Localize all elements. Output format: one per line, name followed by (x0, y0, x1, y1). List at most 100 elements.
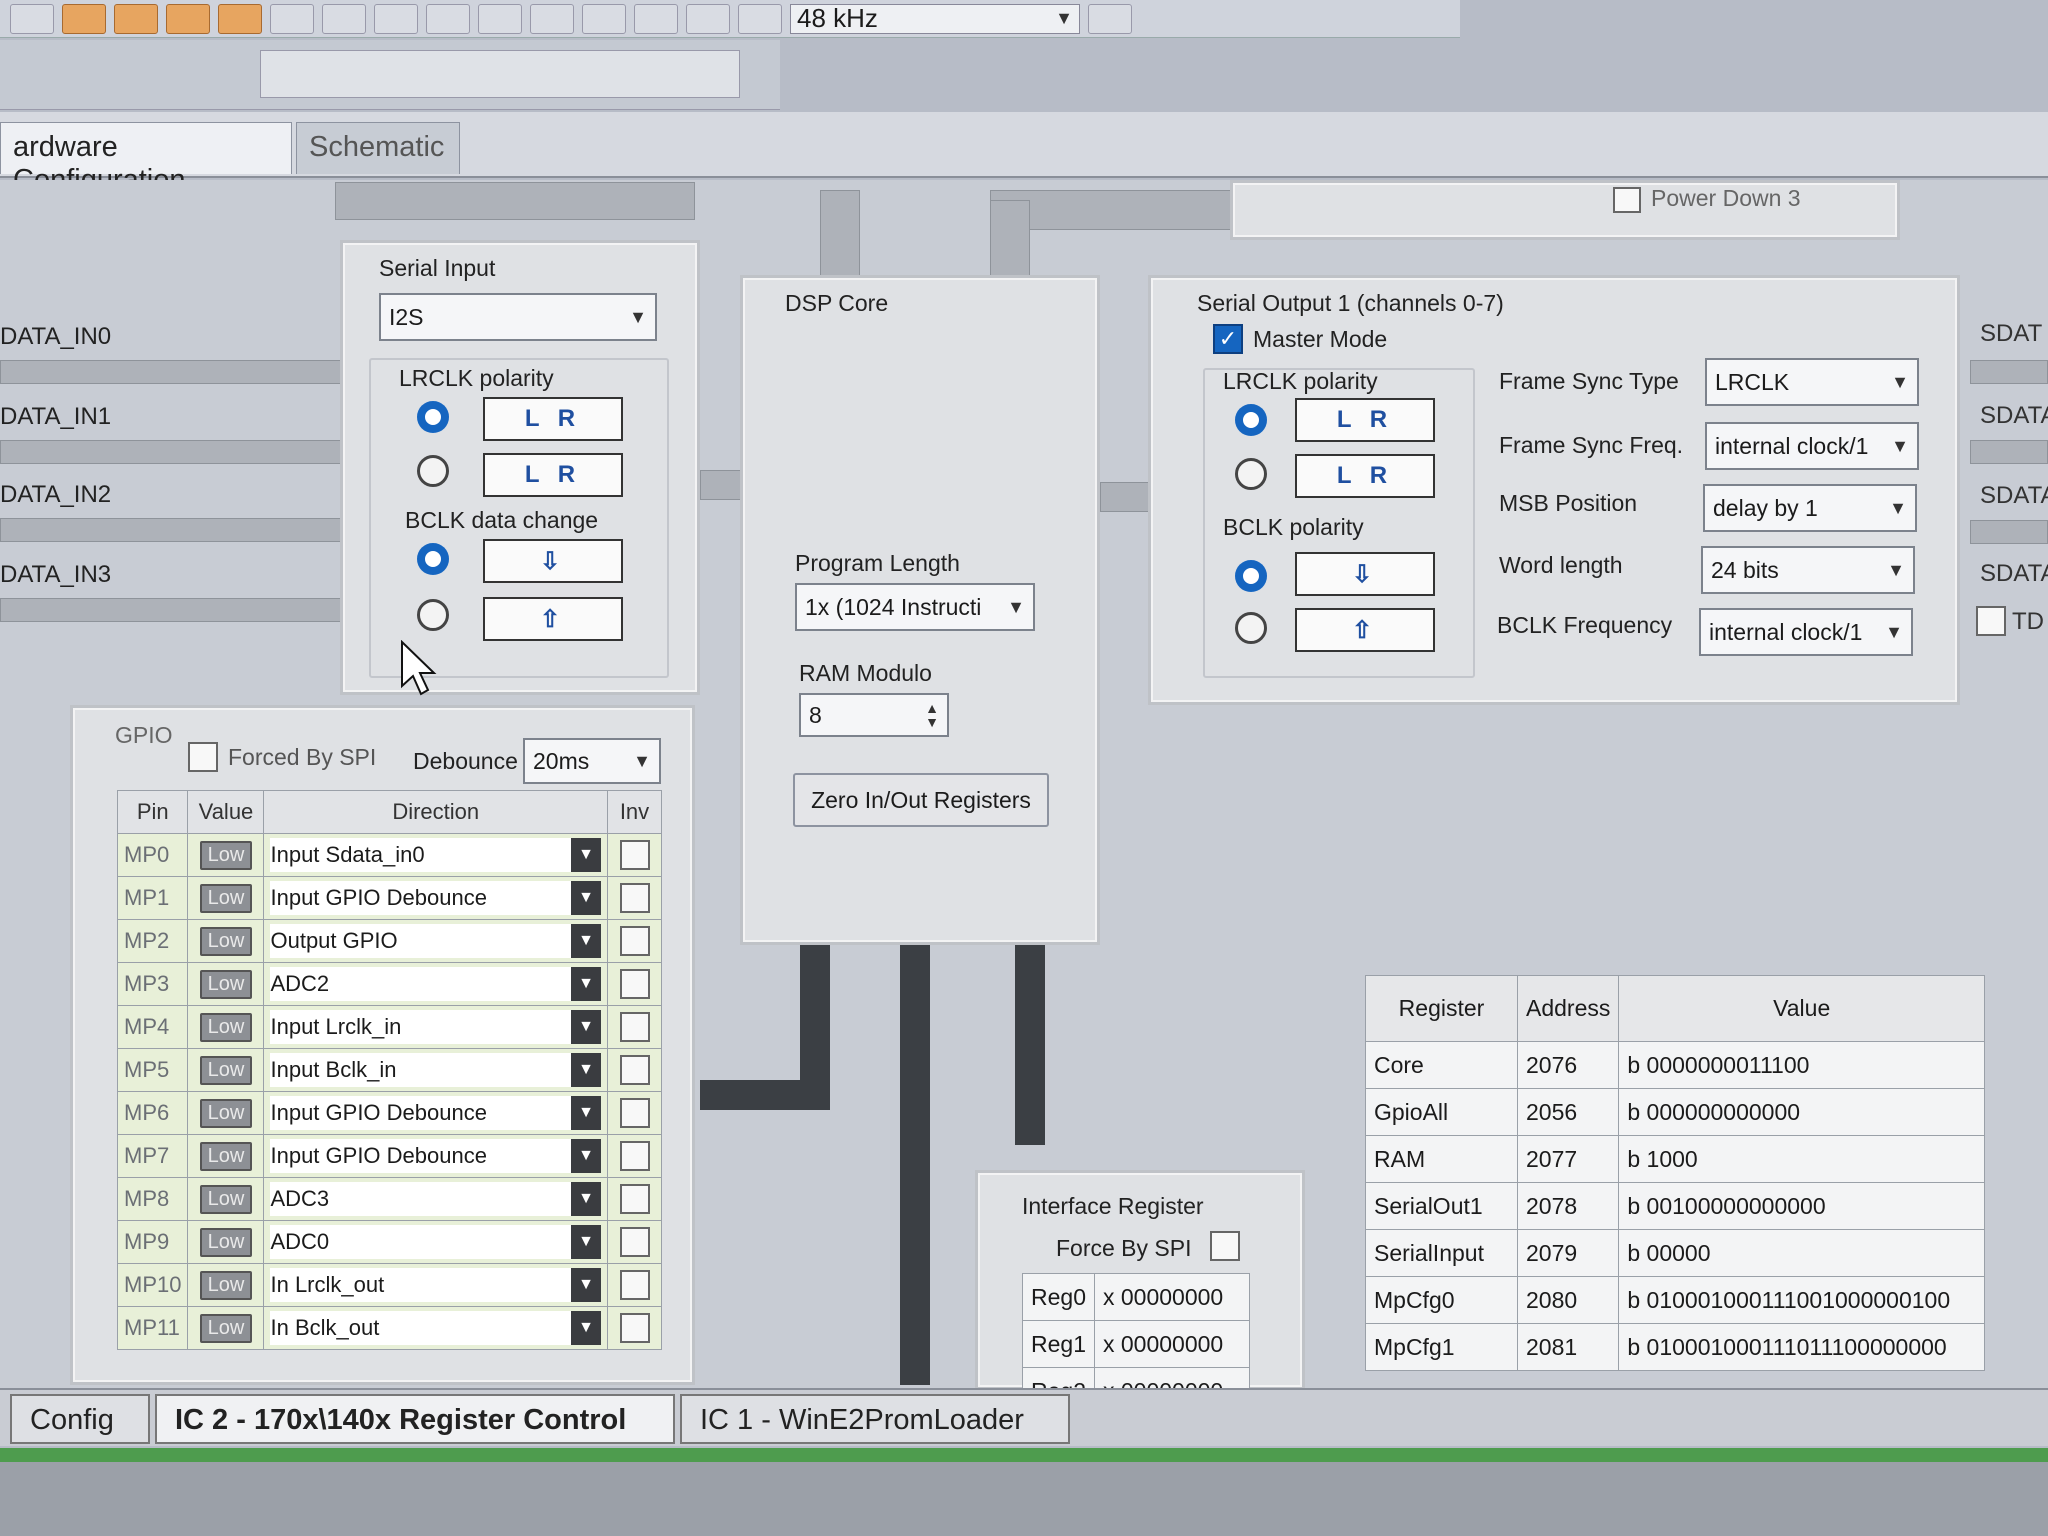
bclk-frequency-select[interactable]: internal clock/1 ▼ (1699, 608, 1913, 656)
direction-select[interactable]: ADC3 ▼ (263, 1177, 608, 1221)
direction-select[interactable]: In Bclk_out ▼ (263, 1306, 608, 1350)
program-length-select[interactable]: 1x (1024 Instructi ▼ (795, 583, 1035, 631)
chevron-down-icon[interactable]: ▼ (571, 967, 601, 1001)
inv-checkbox[interactable] (619, 1141, 650, 1171)
inv-checkbox[interactable] (619, 1055, 650, 1085)
toolbar-button-highlighted[interactable] (114, 3, 158, 34)
register-value[interactable]: b 00000 (1618, 1229, 1985, 1277)
toolbar-button-highlighted[interactable] (166, 3, 210, 34)
value-toggle-button[interactable]: Low (199, 883, 253, 913)
chevron-down-icon[interactable]: ▼ (571, 924, 601, 958)
force-by-spi-checkbox[interactable] (1210, 1231, 1240, 1261)
toolbar-button[interactable] (1088, 3, 1132, 34)
output-lrclk-radio-2[interactable] (1235, 458, 1267, 490)
lrclk-polarity-radio-2[interactable] (417, 455, 449, 487)
value-toggle-button[interactable]: Low (199, 1227, 253, 1257)
direction-select[interactable]: In Lrclk_out ▼ (263, 1263, 608, 1307)
toolbar-button[interactable] (738, 3, 782, 34)
frame-sync-freq-select[interactable]: internal clock/1 ▼ (1705, 422, 1919, 470)
output-bclk-radio-1[interactable] (1235, 560, 1267, 592)
direction-select[interactable]: Input GPIO Debounce ▼ (263, 1091, 608, 1135)
frame-sync-type-select[interactable]: LRCLK ▼ (1705, 358, 1919, 406)
inv-checkbox[interactable] (619, 1098, 650, 1128)
direction-select[interactable]: Input GPIO Debounce ▼ (263, 876, 608, 920)
register-value[interactable]: b 00100000000000 (1618, 1182, 1985, 1230)
debounce-select[interactable]: 20ms ▼ (523, 738, 661, 784)
inv-checkbox[interactable] (619, 1184, 650, 1214)
value-toggle-button[interactable]: Low (199, 1141, 253, 1171)
chevron-down-icon[interactable]: ▼ (571, 1010, 601, 1044)
td-checkbox[interactable] (1976, 606, 2006, 636)
tab-ic1-wine2promloader[interactable]: IC 1 - WinE2PromLoader (680, 1394, 1070, 1444)
value-toggle-button[interactable]: Low (199, 1270, 253, 1300)
direction-select[interactable]: Input GPIO Debounce ▼ (263, 1134, 608, 1178)
msb-position-select[interactable]: delay by 1 ▼ (1703, 484, 1917, 532)
chevron-down-icon[interactable]: ▼ (571, 838, 601, 872)
tab-schematic[interactable]: Schematic (296, 122, 460, 174)
ram-modulo-stepper[interactable]: 8 ▲ ▼ (799, 693, 949, 737)
reg-value[interactable]: x 00000000 (1094, 1273, 1250, 1321)
direction-select[interactable]: Input Bclk_in ▼ (263, 1048, 608, 1092)
register-value[interactable]: b 010001000111011100000000 (1618, 1323, 1985, 1371)
chevron-down-icon[interactable]: ▼ (571, 1053, 601, 1087)
value-toggle-button[interactable]: Low (199, 840, 253, 870)
inv-checkbox[interactable] (619, 883, 650, 913)
inv-checkbox[interactable] (619, 1227, 650, 1257)
toolbar-button[interactable] (10, 3, 54, 34)
power-down-checkbox[interactable] (1613, 187, 1641, 213)
output-lrclk-radio-1[interactable] (1235, 404, 1267, 436)
value-toggle-button[interactable]: Low (199, 926, 253, 956)
chevron-down-icon[interactable]: ▼ (571, 1268, 601, 1302)
toolbar-button[interactable] (582, 3, 626, 34)
tab-config[interactable]: Config (10, 1394, 150, 1444)
toolbar-button[interactable] (530, 3, 574, 34)
inv-checkbox[interactable] (619, 969, 650, 999)
direction-select[interactable]: Output GPIO ▼ (263, 919, 608, 963)
chevron-down-icon[interactable]: ▼ (571, 881, 601, 915)
reg-value[interactable]: x 00000000 (1094, 1320, 1250, 1368)
word-length-select[interactable]: 24 bits ▼ (1701, 546, 1915, 594)
direction-select[interactable]: ADC2 ▼ (263, 962, 608, 1006)
inv-checkbox[interactable] (619, 1012, 650, 1042)
chevron-down-icon[interactable]: ▼ (571, 1096, 601, 1130)
inv-checkbox[interactable] (619, 1270, 650, 1300)
toolbar-button[interactable] (478, 3, 522, 34)
toolbar-button[interactable] (634, 3, 678, 34)
sample-rate-select[interactable]: 48 kHz ▼ (790, 3, 1080, 34)
lrclk-polarity-radio-1[interactable] (417, 401, 449, 433)
bclk-change-radio-1[interactable] (417, 543, 449, 575)
spinner-arrows-icon[interactable]: ▲ ▼ (925, 701, 939, 729)
value-toggle-button[interactable]: Low (199, 969, 253, 999)
bclk-change-radio-2[interactable] (417, 599, 449, 631)
register-value[interactable]: b 000000000000 (1618, 1088, 1985, 1136)
toolbar-button-highlighted[interactable] (62, 3, 106, 34)
register-value[interactable]: b 1000 (1618, 1135, 1985, 1183)
inv-checkbox[interactable] (619, 840, 650, 870)
direction-select[interactable]: ADC0 ▼ (263, 1220, 608, 1264)
value-toggle-button[interactable]: Low (199, 1012, 253, 1042)
inv-checkbox[interactable] (619, 1313, 650, 1343)
value-toggle-button[interactable]: Low (199, 1184, 253, 1214)
serial-input-format-select[interactable]: I2S ▼ (379, 293, 657, 341)
direction-select[interactable]: Input Sdata_in0 ▼ (263, 833, 608, 877)
chevron-down-icon[interactable]: ▼ (571, 1311, 601, 1345)
toolbar-button[interactable] (322, 3, 366, 34)
value-toggle-button[interactable]: Low (199, 1055, 253, 1085)
forced-by-spi-checkbox[interactable] (188, 742, 218, 772)
tab-ic2-register-control[interactable]: IC 2 - 170x\140x Register Control (155, 1394, 675, 1444)
register-value[interactable]: b 0000000011100 (1618, 1041, 1985, 1089)
toolbar-button[interactable] (270, 3, 314, 34)
value-toggle-button[interactable]: Low (199, 1098, 253, 1128)
toolbar-button-highlighted[interactable] (218, 3, 262, 34)
register-value[interactable]: b 010001000111001000000100 (1618, 1276, 1985, 1324)
tab-hardware-configuration[interactable]: ardware Configuration (0, 122, 292, 196)
toolbar-button[interactable] (374, 3, 418, 34)
toolbar-button[interactable] (426, 3, 470, 34)
chevron-down-icon[interactable]: ▼ (571, 1139, 601, 1173)
master-mode-checkbox[interactable]: ✓ (1213, 324, 1243, 354)
value-toggle-button[interactable]: Low (199, 1313, 253, 1343)
chevron-down-icon[interactable]: ▼ (571, 1182, 601, 1216)
toolbar-button[interactable] (686, 3, 730, 34)
inv-checkbox[interactable] (619, 926, 650, 956)
output-bclk-radio-2[interactable] (1235, 612, 1267, 644)
